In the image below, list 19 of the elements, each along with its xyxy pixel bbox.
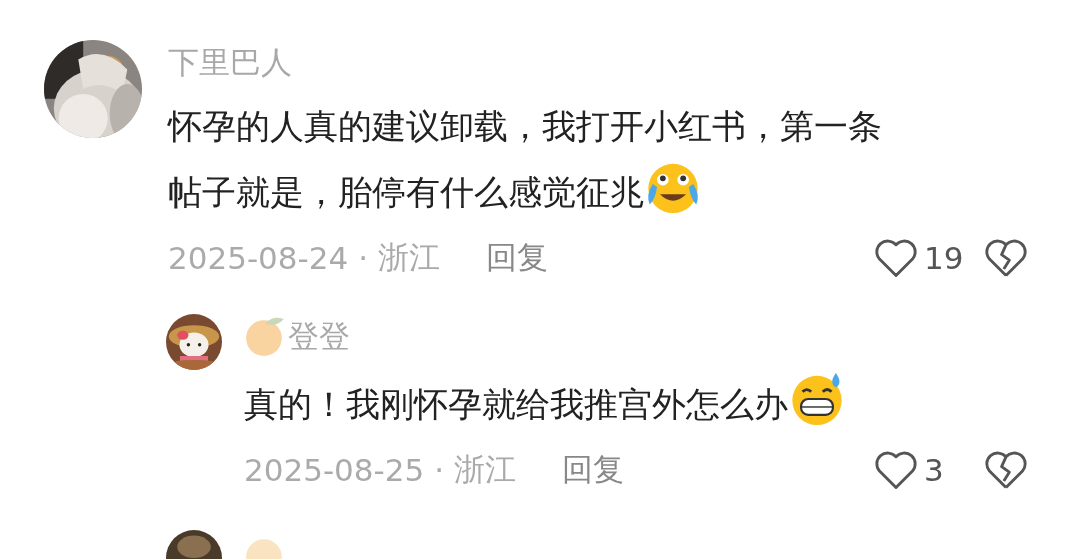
- separator-dot: ·: [358, 240, 369, 276]
- like-count: 3: [924, 452, 945, 488]
- username[interactable]: 登登: [288, 314, 350, 358]
- reply-link[interactable]: 回复: [486, 237, 549, 279]
- username[interactable]: 下里巴人: [168, 40, 1028, 84]
- separator-dot: ·: [434, 452, 445, 488]
- broken-heart-icon[interactable]: [984, 450, 1028, 490]
- broken-heart-icon[interactable]: [984, 238, 1028, 278]
- comment-date: 2025-08-24: [168, 240, 349, 276]
- comment-text: 帖子就是，胎停有什么感觉征兆: [168, 172, 644, 212]
- comment-text: 真的！我刚怀孕就给我推宫外怎么办: [244, 384, 788, 424]
- comment-text: 怀孕的人真的建议卸载，我打开小红书，第一条: [168, 106, 882, 146]
- heart-icon[interactable]: [874, 450, 918, 490]
- comment-location: 浙江: [378, 238, 441, 277]
- heart-icon[interactable]: [874, 238, 918, 278]
- like-count: 19: [924, 240, 965, 276]
- comment-location: 浙江: [454, 450, 517, 489]
- reply-link[interactable]: 回复: [562, 449, 625, 491]
- comment-date: 2025-08-25: [244, 452, 425, 488]
